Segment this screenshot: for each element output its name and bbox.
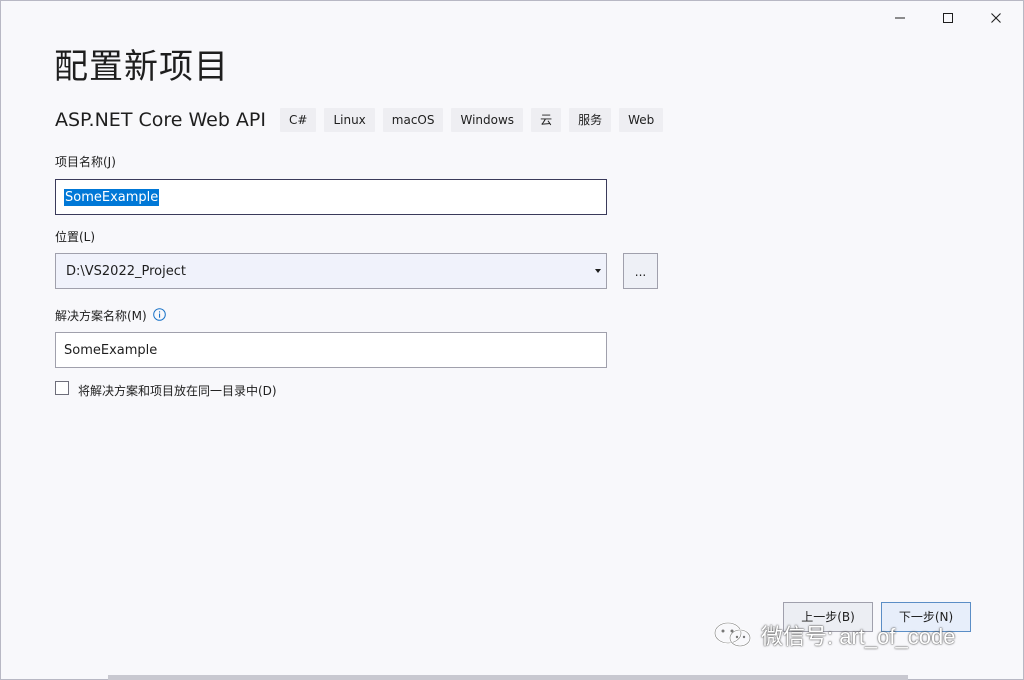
solution-name-input[interactable]: SomeExample [55,332,607,368]
configure-project-dialog: 配置新项目 ASP.NET Core Web API C# Linux macO… [0,0,1024,680]
template-info: ASP.NET Core Web API C# Linux macOS Wind… [55,107,671,133]
project-name-input[interactable]: SomeExample [55,179,607,215]
same-directory-label[interactable]: 将解决方案和项目放在同一目录中(D) [78,382,277,399]
same-directory-checkbox[interactable] [55,381,69,395]
project-name-label: 项目名称(J) [55,155,116,169]
tag-macos: macOS [382,108,444,132]
watermark: 微信号: art_of_code [713,617,955,653]
tag-linux: Linux [324,108,375,132]
tag-windows: Windows [451,108,524,132]
close-button[interactable] [973,2,1019,34]
solution-name-label: 解决方案名称(M) [55,309,147,323]
project-name-value: SomeExample [64,188,160,206]
chevron-down-icon [595,269,601,273]
location-label: 位置(L) [55,230,96,244]
tag-service: 服务 [569,108,612,132]
solution-name-value: SomeExample [64,342,158,358]
browse-button[interactable]: ... [623,253,658,289]
close-icon [991,13,1001,23]
tag-cloud: 云 [531,108,562,132]
maximize-icon [943,13,953,23]
maximize-button[interactable] [925,2,971,34]
minimize-icon [895,17,905,19]
location-value: D:\VS2022_Project [66,263,186,279]
tag-web: Web [619,108,664,132]
minimize-button[interactable] [877,2,923,34]
tag-csharp: C# [280,108,317,132]
location-combobox[interactable]: D:\VS2022_Project [55,253,607,289]
info-icon[interactable] [153,308,166,321]
template-name: ASP.NET Core Web API [55,109,266,131]
wechat-icon [714,622,751,647]
window-shadow-edge [108,675,908,680]
watermark-text: 微信号: art_of_code [761,624,956,649]
page-title: 配置新项目 [54,47,229,87]
